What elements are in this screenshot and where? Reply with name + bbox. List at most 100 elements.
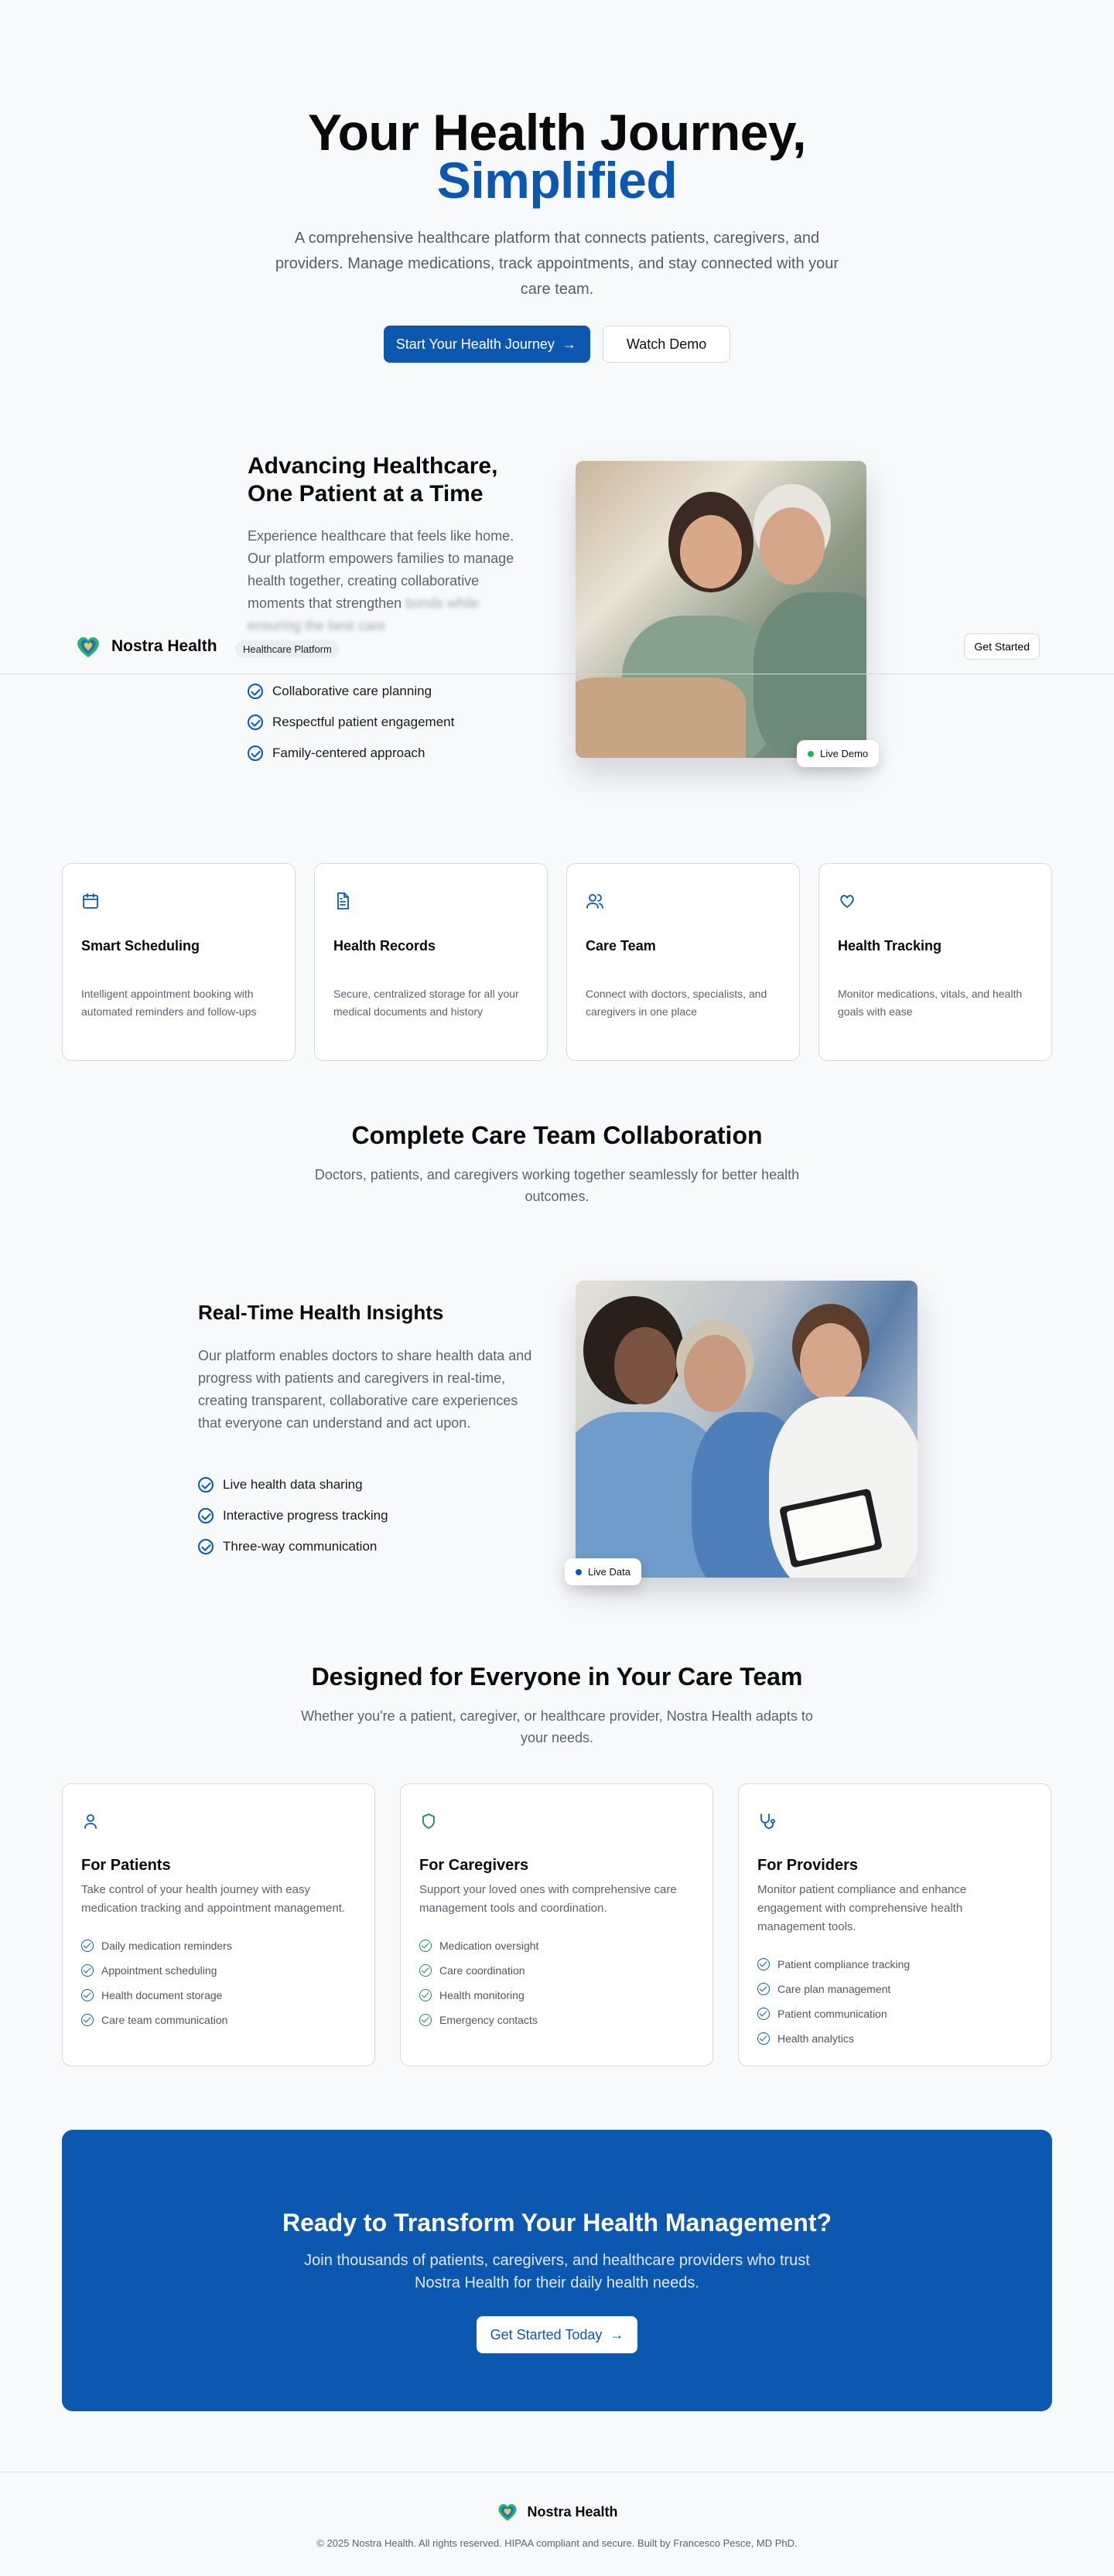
- collab-title: Complete Care Team Collaboration: [351, 1121, 763, 1149]
- list-item-label: Health document storage: [101, 1989, 223, 2001]
- cta-title: Ready to Transform Your Health Managemen…: [282, 2209, 832, 2237]
- list-item-label: Patient compliance tracking: [777, 1958, 911, 1970]
- audience-card-list: Patient compliance tracking Care plan ma…: [757, 1952, 1032, 2051]
- live-indicator-icon: [808, 750, 814, 757]
- start-journey-button[interactable]: Start Your Health Journey →: [383, 326, 590, 363]
- check-circle-icon: [81, 2014, 94, 2026]
- feature-desc: Secure, centralized storage for all your…: [333, 988, 519, 1018]
- document-icon: [337, 892, 349, 909]
- collab-header: Complete Care Team Collaboration Doctors…: [0, 1121, 1114, 1207]
- hero-title: Your Health Journey, Simplified: [0, 107, 1114, 209]
- list-item: Patient communication: [757, 2001, 1032, 2026]
- nav-get-started-button[interactable]: Get Started: [964, 633, 1040, 660]
- audience-card-title: For Patients: [81, 1857, 171, 1874]
- list-item-label: Care coordination: [439, 1964, 525, 1977]
- list-item-label: Medication oversight: [439, 1940, 539, 1952]
- live-data-label: Live Data: [588, 1566, 630, 1578]
- family-photo: [576, 461, 866, 758]
- live-indicator-icon: [576, 1568, 582, 1575]
- stethoscope-icon: [760, 1813, 775, 1829]
- check-circle-icon: [419, 1989, 432, 2001]
- list-item: Patient compliance tracking: [757, 1952, 1032, 1977]
- check-circle-icon: [757, 1983, 770, 1995]
- live-demo-label: Live Demo: [820, 748, 869, 759]
- check-circle-icon: [198, 1539, 214, 1554]
- list-item-label: Emergency contacts: [439, 2014, 538, 2026]
- footer-brand-name: Nostra Health: [527, 2503, 618, 2520]
- insights-text: Real-Time Health Insights Our platform e…: [198, 1301, 538, 1435]
- get-started-today-button[interactable]: Get Started Today →: [476, 2316, 638, 2353]
- advancing-text: Advancing Healthcare, One Patient at a T…: [248, 452, 526, 637]
- feature-desc: Monitor medications, vitals, and health …: [838, 988, 1023, 1018]
- advancing-title: Advancing Healthcare, One Patient at a T…: [248, 453, 498, 507]
- list-item-label: Three-way communication: [223, 1539, 378, 1554]
- feature-title: Smart Scheduling: [81, 938, 200, 954]
- check-circle-icon: [198, 1508, 214, 1523]
- top-nav: Nostra Health Healthcare Platform Get St…: [0, 623, 1114, 674]
- hero-title-line2: Simplified: [436, 152, 678, 209]
- audience-card-title: For Caregivers: [419, 1857, 529, 1874]
- audience-card-list: Daily medication reminders Appointment s…: [81, 1933, 356, 2032]
- feature-title: Health Records: [333, 938, 436, 954]
- list-item-label: Appointment scheduling: [101, 1964, 217, 1977]
- audience-card-patients: For Patients Take control of your health…: [62, 1783, 375, 2066]
- audience-header: Designed for Everyone in Your Care Team …: [0, 1663, 1114, 1749]
- nav-brand[interactable]: Nostra Health: [74, 633, 217, 660]
- live-data-badge: Live Data: [565, 1558, 641, 1585]
- check-circle-icon: [757, 2032, 770, 2045]
- list-item-label: Health analytics: [777, 2032, 854, 2045]
- feature-card-scheduling: Smart Scheduling Intelligent appointment…: [62, 863, 296, 1061]
- list-item: Daily medication reminders: [81, 1933, 356, 1958]
- list-item: Medication oversight: [419, 1933, 694, 1958]
- watch-demo-button[interactable]: Watch Demo: [602, 326, 731, 363]
- platform-badge: Healthcare Platform: [235, 640, 340, 658]
- list-item-label: Respectful patient engagement: [272, 715, 455, 729]
- feature-title: Health Tracking: [838, 938, 942, 954]
- brand-name: Nostra Health: [111, 637, 217, 655]
- advancing-checklist: Collaborative care planning Respectful p…: [248, 676, 454, 769]
- calendar-icon: [83, 893, 98, 909]
- check-circle-icon: [419, 2014, 432, 2026]
- audience-card-caregivers: For Caregivers Support your loved ones w…: [400, 1783, 713, 2066]
- insights-checklist: Live health data sharing Interactive pro…: [198, 1469, 388, 1562]
- list-item: Care plan management: [757, 1977, 1032, 2001]
- users-icon: [586, 894, 603, 909]
- arrow-right-icon: →: [610, 2326, 624, 2342]
- audience-card-title: For Providers: [757, 1857, 859, 1874]
- list-item: Health document storage: [81, 1983, 356, 2008]
- check-circle-icon: [757, 2008, 770, 2020]
- check-circle-icon: [198, 1477, 214, 1493]
- hero-cta-row: Start Your Health Journey → Watch Demo: [0, 326, 1114, 363]
- care-team-photo: [576, 1281, 918, 1578]
- footer-brand[interactable]: Nostra Health: [0, 2500, 1114, 2523]
- arrow-right-icon: →: [562, 336, 576, 352]
- audience-subtitle: Whether you're a patient, caregiver, or …: [301, 1708, 813, 1745]
- check-circle-icon: [757, 1958, 770, 1970]
- insights-title: Real-Time Health Insights: [198, 1301, 444, 1324]
- list-item: Appointment scheduling: [81, 1958, 356, 1983]
- feature-cards: Smart Scheduling Intelligent appointment…: [62, 863, 1052, 1061]
- start-journey-label: Start Your Health Journey: [395, 336, 555, 352]
- check-circle-icon: [419, 1940, 432, 1952]
- list-item-label: Interactive progress tracking: [223, 1508, 388, 1523]
- feature-title: Care Team: [586, 938, 656, 954]
- cta-banner: Ready to Transform Your Health Managemen…: [62, 2130, 1052, 2411]
- audience-card-providers: For Providers Monitor patient compliance…: [738, 1783, 1051, 2066]
- list-item: Health monitoring: [419, 1983, 694, 2008]
- list-item: Care coordination: [419, 1958, 694, 1983]
- hero-subtitle: A comprehensive healthcare platform that…: [275, 230, 839, 298]
- check-circle-icon: [419, 1964, 432, 1977]
- cta-subtitle: Join thousands of patients, caregivers, …: [304, 2252, 810, 2291]
- list-item-label: Health monitoring: [439, 1989, 525, 2001]
- list-item: Three-way communication: [198, 1531, 388, 1562]
- audience-card-desc: Monitor patient compliance and enhance e…: [757, 1883, 967, 1933]
- insights-body: Our platform enables doctors to share he…: [198, 1348, 532, 1431]
- get-started-today-label: Get Started Today: [490, 2326, 603, 2342]
- check-circle-icon: [248, 746, 263, 761]
- list-item-label: Collaborative care planning: [272, 684, 432, 698]
- user-icon: [84, 1814, 97, 1829]
- list-item-label: Care plan management: [777, 1983, 891, 1995]
- list-item-label: Family-centered approach: [272, 746, 425, 760]
- list-item: Family-centered approach: [248, 738, 454, 769]
- list-item: Interactive progress tracking: [198, 1500, 388, 1531]
